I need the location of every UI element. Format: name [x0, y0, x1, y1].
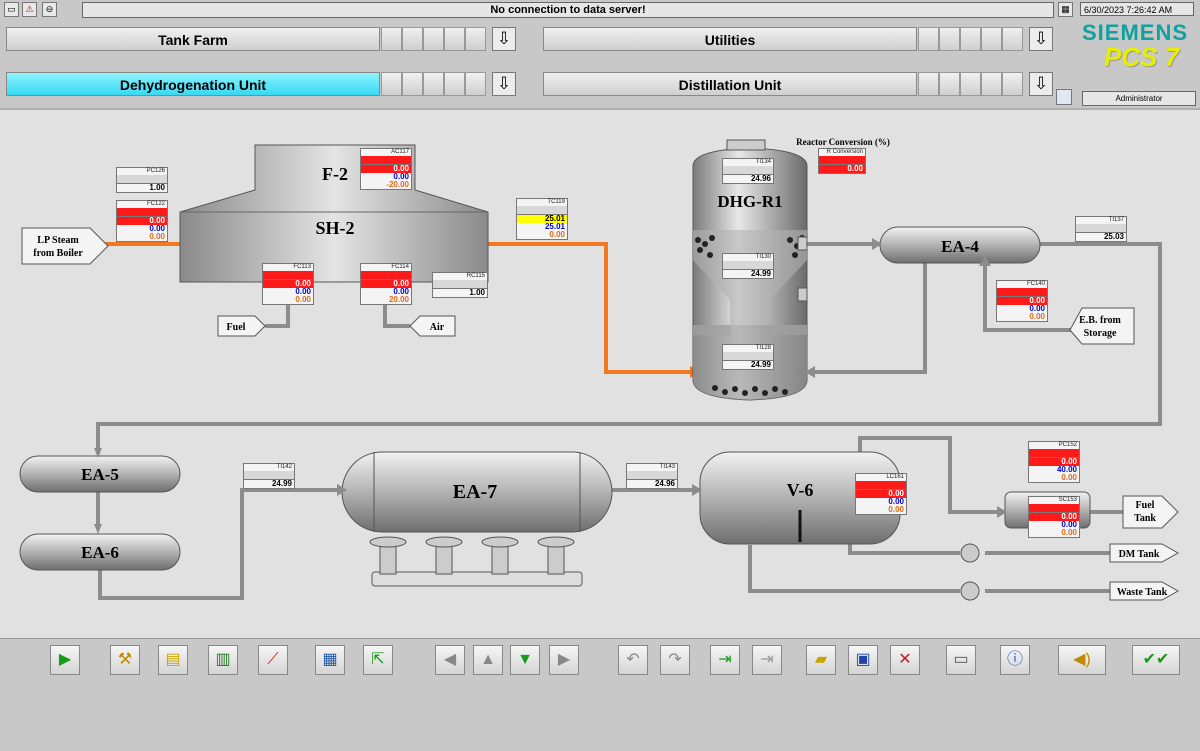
faceplate-rc115[interactable]: RC115 1.00 [432, 272, 488, 298]
nav-segment[interactable] [423, 72, 444, 96]
nav-segment[interactable] [423, 27, 444, 51]
eb-label-1: E.B. from [1079, 315, 1121, 326]
logout-icon[interactable]: ⇥ [752, 645, 782, 675]
undo-icon[interactable]: ↶ [618, 645, 648, 675]
dm-tank-label: DM Tank [1119, 549, 1160, 560]
down-arrow-icon[interactable]: ⇩ [1029, 27, 1053, 51]
nav-dehydrogenation-unit[interactable]: Dehydrogenation Unit [6, 72, 380, 96]
calendar-icon[interactable]: ▦ [1058, 2, 1073, 17]
ea5-label: EA-5 [81, 465, 119, 484]
faceplate-ti128[interactable]: TI128 24.99 [722, 344, 774, 370]
play-icon[interactable]: ▶ [50, 645, 80, 675]
air-label: Air [430, 322, 445, 333]
folder-open-icon[interactable]: ▰ [806, 645, 836, 675]
ea4-label: EA-4 [941, 237, 979, 256]
fuel-tank-label-2: Tank [1134, 513, 1156, 524]
trend-icon[interactable]: ⟋ [258, 645, 288, 675]
nav-segment[interactable] [918, 72, 939, 96]
faceplate-ti143[interactable]: TI143 24.96 [626, 463, 678, 489]
faceplate-sc153[interactable]: SC153 0.00 0.00 0.00 [1028, 496, 1080, 538]
arrow-right-icon[interactable]: ▶ [549, 645, 579, 675]
sh2-label: SH-2 [315, 218, 354, 238]
nav-segment[interactable] [918, 27, 939, 51]
nav-segment[interactable] [981, 72, 1002, 96]
monitor-icon[interactable]: ▭ [946, 645, 976, 675]
status-message: No connection to data server! [82, 2, 1054, 18]
reactor-conversion-label: Reactor Conversion (%) [796, 137, 890, 147]
login-icon[interactable]: ⇥ [710, 645, 740, 675]
nav-tank-farm[interactable]: Tank Farm [6, 27, 380, 51]
ea6-label: EA-6 [81, 543, 119, 562]
nav-segment[interactable] [381, 27, 402, 51]
datetime-display: 6/30/2023 7:26:42 AM [1080, 2, 1194, 16]
export-icon[interactable]: ⇱ [363, 645, 393, 675]
page-icon[interactable]: ▭ [4, 2, 19, 17]
faceplate-ti134[interactable]: TI134 24.96 [722, 158, 774, 184]
nav-segment[interactable] [981, 27, 1002, 51]
redo-icon[interactable]: ↷ [660, 645, 690, 675]
lp-steam-label-2: from Boiler [33, 248, 83, 259]
f2-label: F-2 [322, 164, 348, 184]
acknowledge-icon[interactable]: ✔✔ [1132, 645, 1180, 675]
faceplate-pc126[interactable]: PC126 1.00 [116, 167, 168, 193]
nav-segment[interactable] [960, 27, 981, 51]
keyboard-icon[interactable] [1056, 89, 1072, 105]
arrow-left-icon[interactable]: ◀ [435, 645, 465, 675]
nav-segment[interactable] [444, 72, 465, 96]
nav-segment[interactable] [939, 72, 960, 96]
thermometer-icon[interactable]: ▦ [315, 645, 345, 675]
faceplate-ti130[interactable]: TI130 24.99 [722, 253, 774, 279]
horn-icon[interactable]: ◀) [1058, 645, 1106, 675]
faceplate-fc122[interactable]: FC122 0.00 0.00 0.00 [116, 200, 168, 242]
minus-icon[interactable]: ⊖ [42, 2, 57, 17]
ea7-label: EA-7 [453, 481, 497, 503]
arrow-up-icon[interactable]: ▲ [473, 645, 503, 675]
report-icon[interactable]: ▥ [208, 645, 238, 675]
nav-segment[interactable] [381, 72, 402, 96]
faceplate-ac117[interactable]: AC117 0.00 0.00 -20.00 [360, 148, 412, 190]
nav-segment[interactable] [465, 27, 486, 51]
waste-tank-label: Waste Tank [1117, 587, 1168, 598]
faceplate-tc119[interactable]: TC119 25.01 25.01 0.00 [516, 198, 568, 240]
process-display: F-2 SH-2 DHG-R1 EA-4 EA-5 EA-6 EA-7 V-6 … [0, 108, 1200, 638]
pcs7-logo: PCS 7 [1104, 42, 1180, 72]
down-arrow-icon[interactable]: ⇩ [1029, 72, 1053, 96]
user-display: Administrator [1082, 91, 1196, 106]
nav-segment[interactable] [402, 27, 423, 51]
faceplate-ti142[interactable]: TI142 24.99 [243, 463, 295, 489]
fuel-label: Fuel [227, 322, 246, 333]
nav-segment[interactable] [402, 72, 423, 96]
eb-label-2: Storage [1084, 328, 1117, 339]
fuel-tank-label-1: Fuel [1136, 500, 1155, 511]
save-icon[interactable]: ▣ [848, 645, 878, 675]
faceplate-lc161[interactable]: LC161 0.00 0.00 0.00 [855, 473, 907, 515]
delete-icon[interactable]: ✕ [890, 645, 920, 675]
nav-utilities[interactable]: Utilities [543, 27, 917, 51]
warning-icon[interactable]: ⚠ [22, 2, 37, 17]
faceplate-fc114[interactable]: FC114 0.00 0.00 20.00 [360, 263, 412, 305]
faceplate-fc113[interactable]: FC113 0.00 0.00 0.00 [262, 263, 314, 305]
nav-segment[interactable] [1002, 72, 1023, 96]
faceplate-ti137[interactable]: TI137 25.03 [1075, 216, 1127, 242]
nav-segment[interactable] [444, 27, 465, 51]
wrench-icon[interactable]: ⚒ [110, 645, 140, 675]
nav-segment[interactable] [1002, 27, 1023, 51]
nav-distillation-unit[interactable]: Distillation Unit [543, 72, 917, 96]
bottom-toolbar: ▶ ⚒ ▤ ▥ ⟋ ▦ ⇱ ◀ ▲ ▼ ▶ ↶ ↷ ⇥ ⇥ ▰ ▣ ✕ ▭ ⓘ … [0, 638, 1200, 751]
lp-steam-label-1: LP Steam [37, 235, 79, 246]
nav-segment[interactable] [465, 72, 486, 96]
faceplate-r-conversion[interactable]: R Conversion 0.00 [818, 148, 866, 174]
notepad-icon[interactable]: ▤ [158, 645, 188, 675]
v6-label: V-6 [787, 480, 814, 500]
down-arrow-icon[interactable]: ⇩ [492, 27, 516, 51]
dhg-r1-label: DHG-R1 [717, 192, 782, 211]
top-bar: ▭ ⚠ ⊖ No connection to data server! ▦ 6/… [0, 0, 1200, 108]
down-arrow-icon[interactable]: ⇩ [492, 72, 516, 96]
faceplate-pc152[interactable]: PC152 0.00 40.00 0.00 [1028, 441, 1080, 483]
nav-segment[interactable] [960, 72, 981, 96]
info-icon[interactable]: ⓘ [1000, 645, 1030, 675]
nav-segment[interactable] [939, 27, 960, 51]
faceplate-fc140[interactable]: FC140 0.00 0.00 0.00 [996, 280, 1048, 322]
arrow-down-icon[interactable]: ▼ [510, 645, 540, 675]
